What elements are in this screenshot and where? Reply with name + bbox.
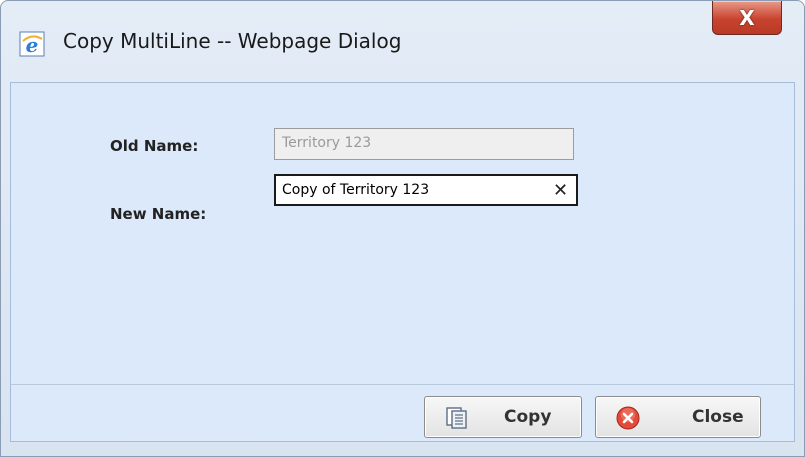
copy-button[interactable]: Copy [424, 396, 582, 438]
clear-icon[interactable]: ✕ [553, 180, 568, 201]
ie-icon: e [19, 31, 45, 57]
close-button-label: Close [692, 407, 744, 427]
dialog-content: Old Name: Territory 123 New Name: Copy o… [10, 82, 795, 387]
dialog-footer: Copy Close [10, 384, 795, 442]
window-title: Copy MultiLine -- Webpage Dialog [63, 29, 402, 53]
old-name-field: Territory 123 [274, 128, 574, 160]
copy-icon [446, 407, 467, 429]
close-button[interactable]: Close [595, 396, 761, 438]
new-name-value: Copy of Territory 123 [282, 182, 430, 198]
dialog-window: e Copy MultiLine -- Webpage Dialog X Old… [0, 0, 805, 457]
new-name-label: New Name: [110, 205, 207, 223]
copy-button-label: Copy [504, 407, 552, 427]
new-name-field[interactable]: Copy of Territory 123 ✕ [274, 174, 578, 206]
title-bar[interactable]: e Copy MultiLine -- Webpage Dialog X [1, 1, 804, 81]
close-icon: X [739, 5, 755, 30]
close-circle-icon [616, 406, 640, 430]
old-name-label: Old Name: [110, 137, 199, 155]
window-close-button[interactable]: X [712, 1, 782, 35]
